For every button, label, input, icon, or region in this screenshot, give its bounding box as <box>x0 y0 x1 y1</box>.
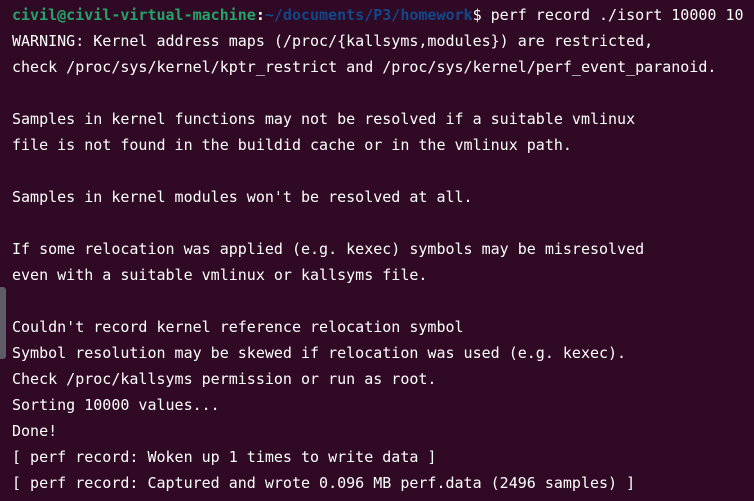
prompt-command: perf record ./isort 10000 10 <box>490 6 744 24</box>
output-line: [ perf record: Captured and wrote 0.096 … <box>12 474 636 492</box>
output-line: Done! <box>12 422 58 440</box>
output-line: Couldn't record kernel reference relocat… <box>12 318 464 336</box>
output-line: WARNING: Kernel address maps (/proc/{kal… <box>12 32 654 50</box>
prompt-colon: : <box>255 6 265 24</box>
prompt-symbol: $ <box>472 6 491 24</box>
terminal-window[interactable]: civil@civil-virtual-machine:~/documents/… <box>0 0 754 501</box>
output-line: check /proc/sys/kernel/kptr_restrict and… <box>12 58 717 76</box>
output-line: Sorting 10000 values... <box>12 396 220 414</box>
prompt-line: civil@civil-virtual-machine:~/documents/… <box>12 2 754 28</box>
output-line: Check /proc/kallsyms permission or run a… <box>12 370 437 388</box>
output-line: Samples in kernel modules won't be resol… <box>12 188 473 206</box>
prompt-user-host: civil@civil-virtual-machine <box>12 6 256 24</box>
output-line: even with a suitable vmlinux or kallsyms… <box>12 266 428 284</box>
output-line: Symbol resolution may be skewed if reloc… <box>12 344 627 362</box>
prompt-cwd: ~/documents/P3/homework <box>264 6 473 24</box>
output-line: file is not found in the buildid cache o… <box>12 136 572 154</box>
output-line: If some relocation was applied (e.g. kex… <box>12 240 645 258</box>
output-line: [ perf record: Woken up 1 times to write… <box>12 448 437 466</box>
scroll-indicator[interactable] <box>0 287 6 359</box>
output-line: Samples in kernel functions may not be r… <box>12 110 636 128</box>
